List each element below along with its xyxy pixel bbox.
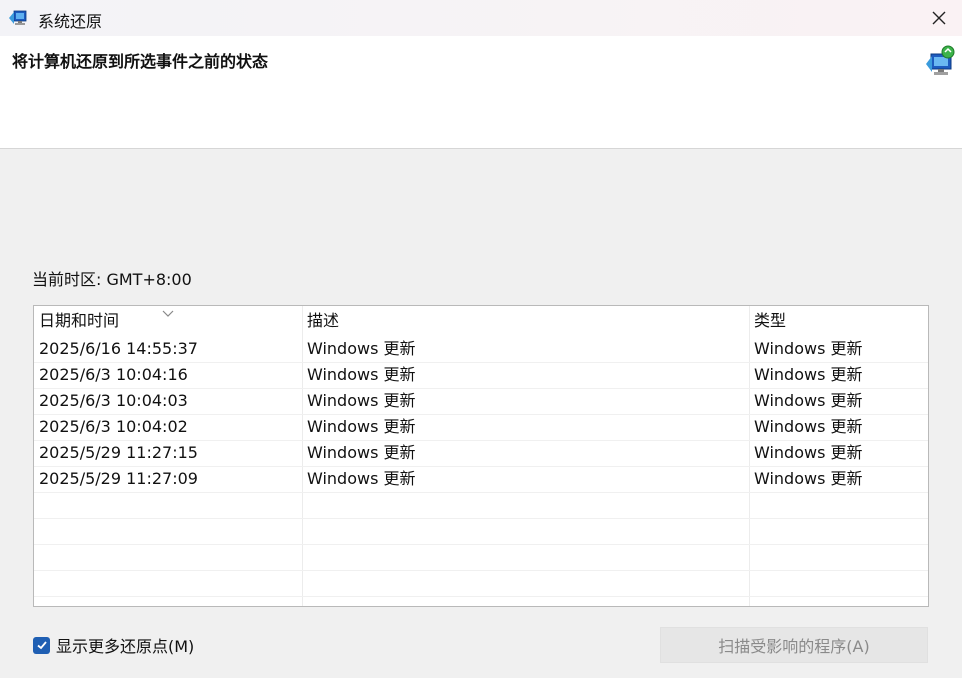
column-header-type[interactable]: 类型	[754, 308, 786, 334]
empty-row	[34, 570, 928, 597]
list-header: 日期和时间 描述 类型	[34, 308, 928, 334]
column-header-datetime[interactable]: 日期和时间	[39, 308, 119, 334]
restore-point-description: Windows 更新	[307, 469, 416, 488]
system-restore-icon	[9, 10, 27, 25]
restore-point-description: Windows 更新	[307, 443, 416, 462]
scan-affected-programs-button[interactable]: 扫描受影响的程序(A)	[660, 627, 928, 663]
restore-point-datetime: 2025/5/29 11:27:15	[39, 443, 198, 462]
table-row[interactable]: 2025/5/29 11:27:15 Windows 更新 Windows 更新	[34, 440, 928, 467]
restore-point-datetime: 2025/5/29 11:27:09	[39, 469, 198, 488]
restore-point-type: Windows 更新	[754, 339, 863, 358]
restore-point-type: Windows 更新	[754, 417, 863, 436]
restore-point-datetime: 2025/6/3 10:04:02	[39, 417, 188, 436]
checkbox-checked[interactable]	[33, 636, 50, 654]
restore-point-type: Windows 更新	[754, 443, 863, 462]
column-header-description[interactable]: 描述	[307, 308, 339, 334]
restore-point-type: Windows 更新	[754, 391, 863, 410]
restore-point-datetime: 2025/6/16 14:55:37	[39, 339, 198, 358]
table-row[interactable]: 2025/6/3 10:04:02 Windows 更新 Windows 更新	[34, 414, 928, 441]
empty-row	[34, 492, 928, 519]
table-row[interactable]: 2025/6/3 10:04:16 Windows 更新 Windows 更新	[34, 362, 928, 389]
wizard-header: 将计算机还原到所选事件之前的状态	[0, 36, 962, 149]
restore-point-description: Windows 更新	[307, 417, 416, 436]
table-row[interactable]: 2025/5/29 11:27:09 Windows 更新 Windows 更新	[34, 466, 928, 493]
restore-point-description: Windows 更新	[307, 391, 416, 410]
restore-point-datetime: 2025/6/3 10:04:16	[39, 365, 188, 384]
restore-point-type: Windows 更新	[754, 469, 863, 488]
title-bar: 系统还原	[0, 0, 962, 36]
show-more-restore-points-checkbox[interactable]: 显示更多还原点(M)	[33, 635, 195, 656]
chevron-down-icon	[162, 310, 174, 317]
table-row[interactable]: 2025/6/16 14:55:37 Windows 更新 Windows 更新	[34, 336, 928, 363]
checkmark-icon	[36, 641, 47, 650]
empty-row	[34, 544, 928, 571]
window-title: 系统还原	[38, 12, 103, 31]
page-title: 将计算机还原到所选事件之前的状态	[12, 52, 269, 71]
restore-point-description: Windows 更新	[307, 339, 416, 358]
restore-point-list[interactable]: 日期和时间 描述 类型 2025/6/16 14:55:37 Windows 更…	[33, 305, 929, 607]
timezone-label: 当前时区: GMT+8:00	[32, 270, 192, 289]
restore-point-type: Windows 更新	[754, 365, 863, 384]
empty-row	[34, 518, 928, 545]
close-button[interactable]	[916, 0, 962, 36]
restore-point-description: Windows 更新	[307, 365, 416, 384]
system-restore-icon	[926, 45, 955, 75]
restore-point-datetime: 2025/6/3 10:04:03	[39, 391, 188, 410]
show-more-label: 显示更多还原点(M)	[56, 637, 195, 656]
table-row[interactable]: 2025/6/3 10:04:03 Windows 更新 Windows 更新	[34, 388, 928, 415]
close-icon	[932, 11, 946, 25]
